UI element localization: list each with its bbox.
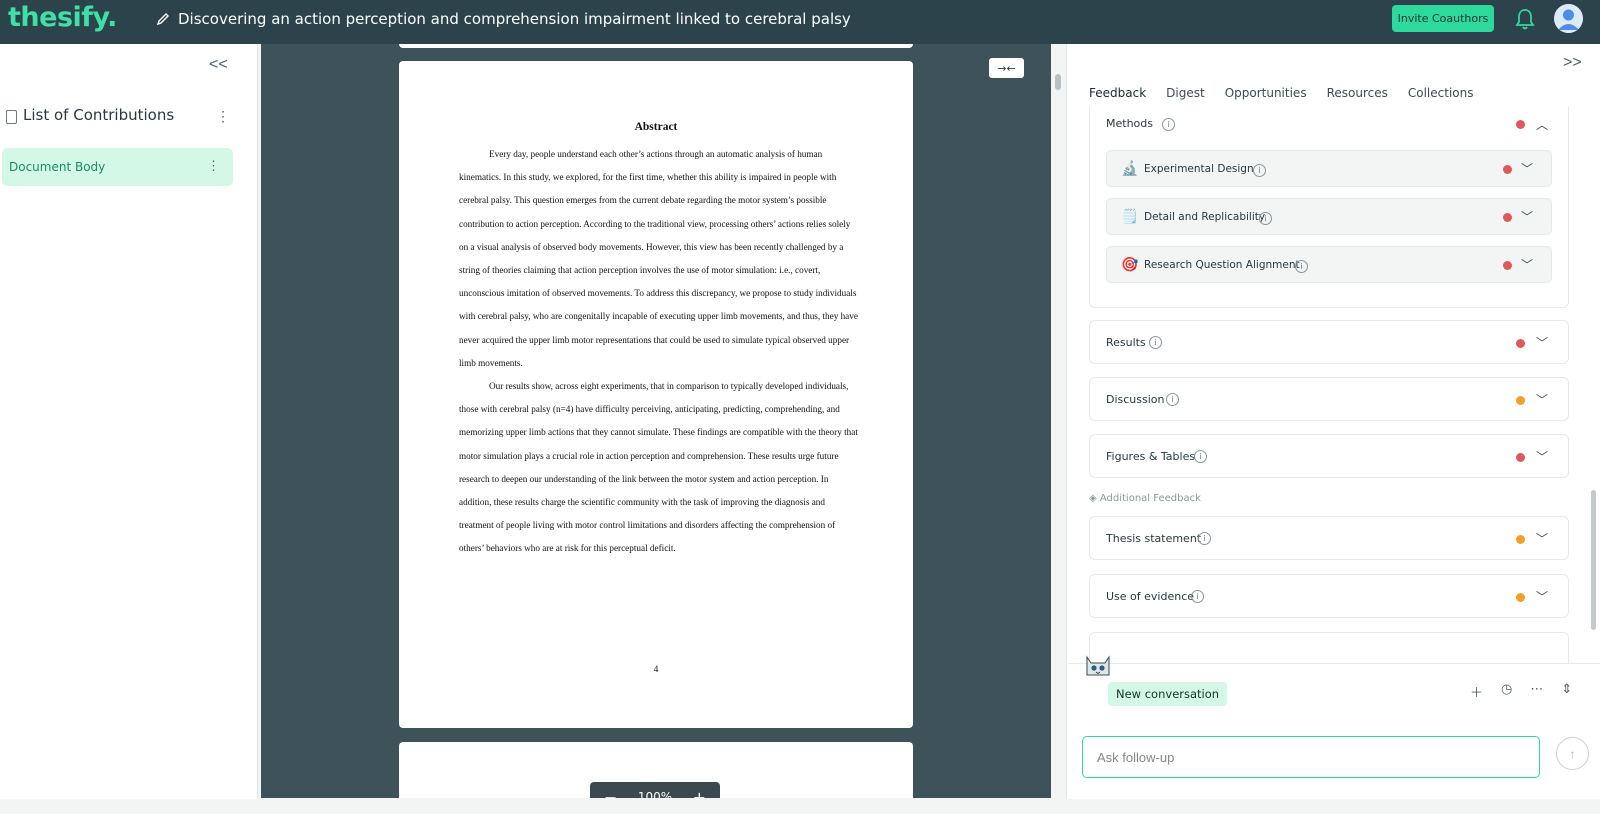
status-dot [1516,339,1525,348]
info-icon[interactable]: i [1253,164,1266,177]
zoom-level: 100% [637,790,673,798]
chevron-down-icon[interactable]: ﹀ [1521,208,1533,225]
tab-opportunities[interactable]: Opportunities [1225,86,1307,108]
info-icon[interactable]: i [1149,336,1162,349]
methods-section: Methods i ︿ 🔬 Experimental Design i ﹀ 🗒️… [1089,106,1569,308]
new-conversation-tag[interactable]: New conversation [1108,682,1228,706]
user-avatar[interactable] [1554,4,1583,33]
sidebar-item-document-body[interactable]: Document Body ⋮ [2,148,233,186]
status-dot [1516,396,1525,405]
chevron-down-icon[interactable]: ﹀ [1521,256,1533,273]
subsection-detail-replicability[interactable]: 🗒️ Detail and Replicability i ﹀ [1106,198,1552,235]
additional-feedback-label: ◈ Additional Feedback [1089,493,1201,504]
expand-icon[interactable]: ⇕ [1561,682,1572,701]
thesify-logo[interactable]: thesify. [8,2,117,33]
info-icon[interactable]: i [1194,450,1207,463]
use-of-evidence-section[interactable]: Use of evidence i ﹀ [1089,574,1569,618]
history-icon[interactable]: ◷ [1501,682,1512,701]
panel-tabs: Feedback Digest Opportunities Resources … [1089,86,1493,108]
subsection-label: Detail and Replicability [1144,211,1266,223]
abstract-text: Every day, people understand each other’… [459,143,859,561]
document-viewer[interactable]: Abstract Every day, people understand ea… [261,44,1051,798]
section-label: Use of evidence [1106,590,1195,603]
chevron-down-icon[interactable]: ﹀ [1521,160,1533,177]
collapse-panel-button[interactable]: >> [1563,54,1582,72]
bell-icon[interactable] [1514,7,1536,31]
ask-follow-up-input[interactable]: Ask follow-up [1082,736,1540,778]
item-menu-icon[interactable]: ⋮ [207,158,220,174]
status-dot [1516,453,1525,462]
contributions-menu-icon[interactable]: ⋮ [216,108,230,125]
microscope-icon: 🔬 [1121,160,1139,176]
chevron-down-icon[interactable]: ﹀ [1536,334,1548,351]
section-label: Figures & Tables [1106,450,1196,463]
status-dot [1503,213,1512,222]
page-number: 4 [653,665,659,675]
document-title[interactable]: Discovering an action perception and com… [178,10,851,28]
user-avatar-icon [1554,4,1583,33]
info-icon[interactable]: i [1166,393,1179,406]
info-icon[interactable]: i [1191,590,1204,603]
layers-icon: ◈ [1089,493,1100,504]
abstract-paragraph: Our results show, across eight experimen… [459,381,858,554]
info-icon[interactable]: i [1295,260,1308,273]
target-icon: 🎯 [1121,256,1139,272]
invite-coauthors-button[interactable]: Invite Coauthors [1392,5,1494,32]
status-dot [1516,593,1525,602]
zoom-controls: − 100% + [590,782,720,798]
chevron-up-icon[interactable]: ︿ [1536,116,1548,133]
pencil-icon[interactable] [156,12,170,26]
chevron-down-icon[interactable]: ﹀ [1536,391,1548,408]
abstract-paragraph: Every day, people understand each other’… [459,149,858,368]
subsection-experimental-design[interactable]: 🔬 Experimental Design i ﹀ [1106,150,1552,187]
chevron-down-icon[interactable]: ﹀ [1536,588,1548,605]
collapse-sidebar-button[interactable]: << [209,56,228,74]
status-dot [1503,261,1512,270]
chat-actions: ＋ ◷ ⋯ ⇕ [1470,682,1572,701]
subsection-label: Experimental Design [1144,163,1254,175]
section-label: Thesis statement [1106,532,1202,545]
previous-page [399,44,913,48]
send-icon[interactable]: ↑ [1556,737,1589,770]
notepad-icon: 🗒️ [1121,208,1139,224]
thesis-statement-section[interactable]: Thesis statement i ﹀ [1089,516,1569,560]
document-list-icon [6,110,17,124]
fit-width-button[interactable]: →← [989,58,1024,78]
section-label[interactable]: Methods [1106,117,1153,130]
tab-collections[interactable]: Collections [1408,86,1474,108]
tab-digest[interactable]: Digest [1166,86,1205,108]
subsection-research-question-alignment[interactable]: 🎯 Research Question Alignment i ﹀ [1106,246,1552,283]
chat-panel: New conversation ＋ ◷ ⋯ ⇕ Ask follow-up ↑ [1068,663,1600,799]
section-label: Results [1106,336,1146,349]
more-icon[interactable]: ⋯ [1530,682,1543,701]
subsection-label: Research Question Alignment [1144,259,1300,271]
zoom-out-button[interactable]: − [604,788,617,799]
chevron-down-icon[interactable]: ﹀ [1536,448,1548,465]
figures-tables-section[interactable]: Figures & Tables i ﹀ [1089,434,1569,478]
info-icon[interactable]: i [1259,212,1272,225]
contributions-sidebar: << List of Contributions ⋮ Document Body… [0,44,258,799]
section-label: Discussion [1106,393,1165,406]
chevron-down-icon[interactable]: ﹀ [1536,530,1548,547]
additional-feedback-text: Additional Feedback [1099,493,1201,504]
info-icon[interactable]: i [1198,532,1211,545]
results-section[interactable]: Results i ﹀ [1089,320,1569,364]
tab-feedback[interactable]: Feedback [1089,86,1147,108]
info-icon[interactable]: i [1162,118,1175,131]
add-icon[interactable]: ＋ [1470,682,1483,701]
zoom-in-button[interactable]: + [693,788,706,799]
status-dot [1516,120,1525,129]
document-page: Abstract Every day, people understand ea… [399,61,913,728]
tab-resources[interactable]: Resources [1327,86,1388,108]
contributions-title: List of Contributions [23,106,175,124]
panel-scrollbar[interactable] [1591,490,1596,630]
status-dot [1516,535,1525,544]
discussion-section[interactable]: Discussion i ﹀ [1089,377,1569,421]
sidebar-item-label: Document Body [9,160,106,174]
viewer-scrollbar[interactable] [1055,74,1061,90]
assistant-avatar-icon [1086,655,1110,676]
status-dot [1503,165,1512,174]
abstract-heading: Abstract [634,121,678,133]
top-bar: thesify. Discovering an action perceptio… [0,0,1600,44]
